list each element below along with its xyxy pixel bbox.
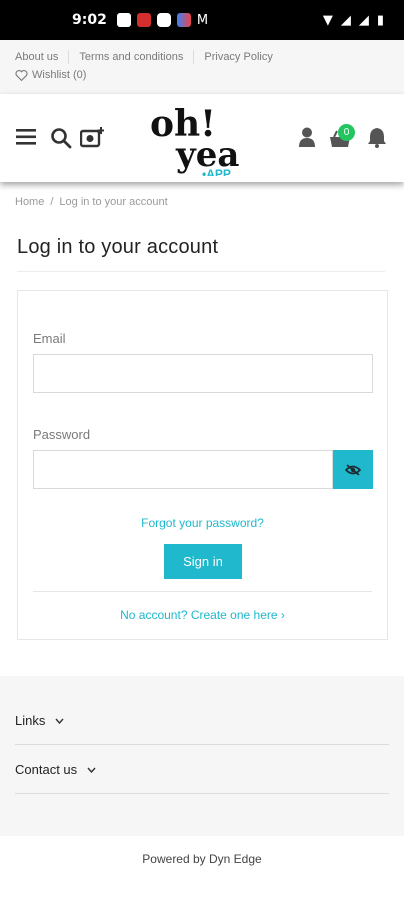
youtube-icon (156, 13, 171, 27)
camera-search-icon[interactable] (80, 126, 104, 148)
password-label: Password (33, 427, 91, 442)
status-time: 9:02 (72, 12, 107, 28)
terms-link[interactable]: Terms and conditions (79, 51, 183, 63)
signal-icon: ◢ (340, 12, 351, 28)
privacy-link[interactable]: Privacy Policy (204, 51, 272, 63)
page-title: Log in to your account (17, 236, 219, 258)
status-bar: 9:02 M ▼ ◢ ◢ ▮ (0, 0, 404, 40)
breadcrumb-home[interactable]: Home (15, 196, 44, 208)
footer-links-label: Links (15, 713, 46, 728)
top-nav: About us Terms and conditions Privacy Po… (0, 40, 404, 94)
chevron-down-icon (87, 767, 96, 773)
footer-contact-toggle[interactable]: Contact us (15, 746, 389, 794)
app-icon (176, 13, 191, 27)
no-signal-icon: ◢ (358, 12, 369, 28)
user-icon[interactable] (298, 127, 316, 147)
footer-links-toggle[interactable]: Links (15, 697, 389, 745)
battery-icon: ▮ (376, 12, 384, 28)
title-divider (17, 271, 385, 272)
menu-icon[interactable] (16, 128, 36, 146)
breadcrumb-separator: / (50, 196, 54, 208)
card-divider (33, 591, 372, 592)
divider (68, 50, 70, 64)
logo[interactable]: oh! yea •APP (150, 102, 244, 181)
app-notification-icon (136, 13, 151, 27)
footer-contact-label: Contact us (15, 762, 78, 777)
svg-text:•APP: •APP (202, 167, 231, 176)
wishlist-link[interactable]: Wishlist (0) (15, 69, 389, 81)
cart-count-badge: 0 (338, 124, 355, 141)
sign-in-button[interactable]: Sign in (164, 544, 242, 579)
email-field[interactable] (33, 354, 373, 393)
show-password-button[interactable] (333, 450, 373, 489)
wifi-icon: ▼ (322, 12, 333, 28)
footer: Links Contact us (0, 676, 404, 836)
login-form-card: Email Password Forgot your password? Sig… (17, 290, 388, 640)
email-label: Email (33, 331, 66, 346)
wishlist-label: Wishlist (0) (32, 69, 87, 81)
breadcrumb: Home / Log in to your account (15, 196, 168, 208)
news-app-icon (116, 13, 131, 27)
search-icon[interactable] (50, 127, 72, 149)
eye-off-icon (345, 463, 361, 476)
gmail-icon: M (196, 12, 209, 28)
powered-by-text: Powered by Dyn Edge (142, 852, 262, 866)
forgot-password-link[interactable]: Forgot your password? (18, 516, 387, 530)
create-account-link[interactable]: No account? Create one here › (18, 608, 387, 622)
oh-yea-logo: oh! yea •APP (150, 103, 239, 181)
heart-icon (15, 70, 28, 81)
chevron-down-icon (55, 718, 64, 724)
about-us-link[interactable]: About us (15, 51, 58, 63)
bell-icon[interactable] (367, 126, 387, 148)
breadcrumb-current: Log in to your account (59, 196, 168, 208)
divider (193, 50, 195, 64)
password-field[interactable] (33, 450, 333, 489)
